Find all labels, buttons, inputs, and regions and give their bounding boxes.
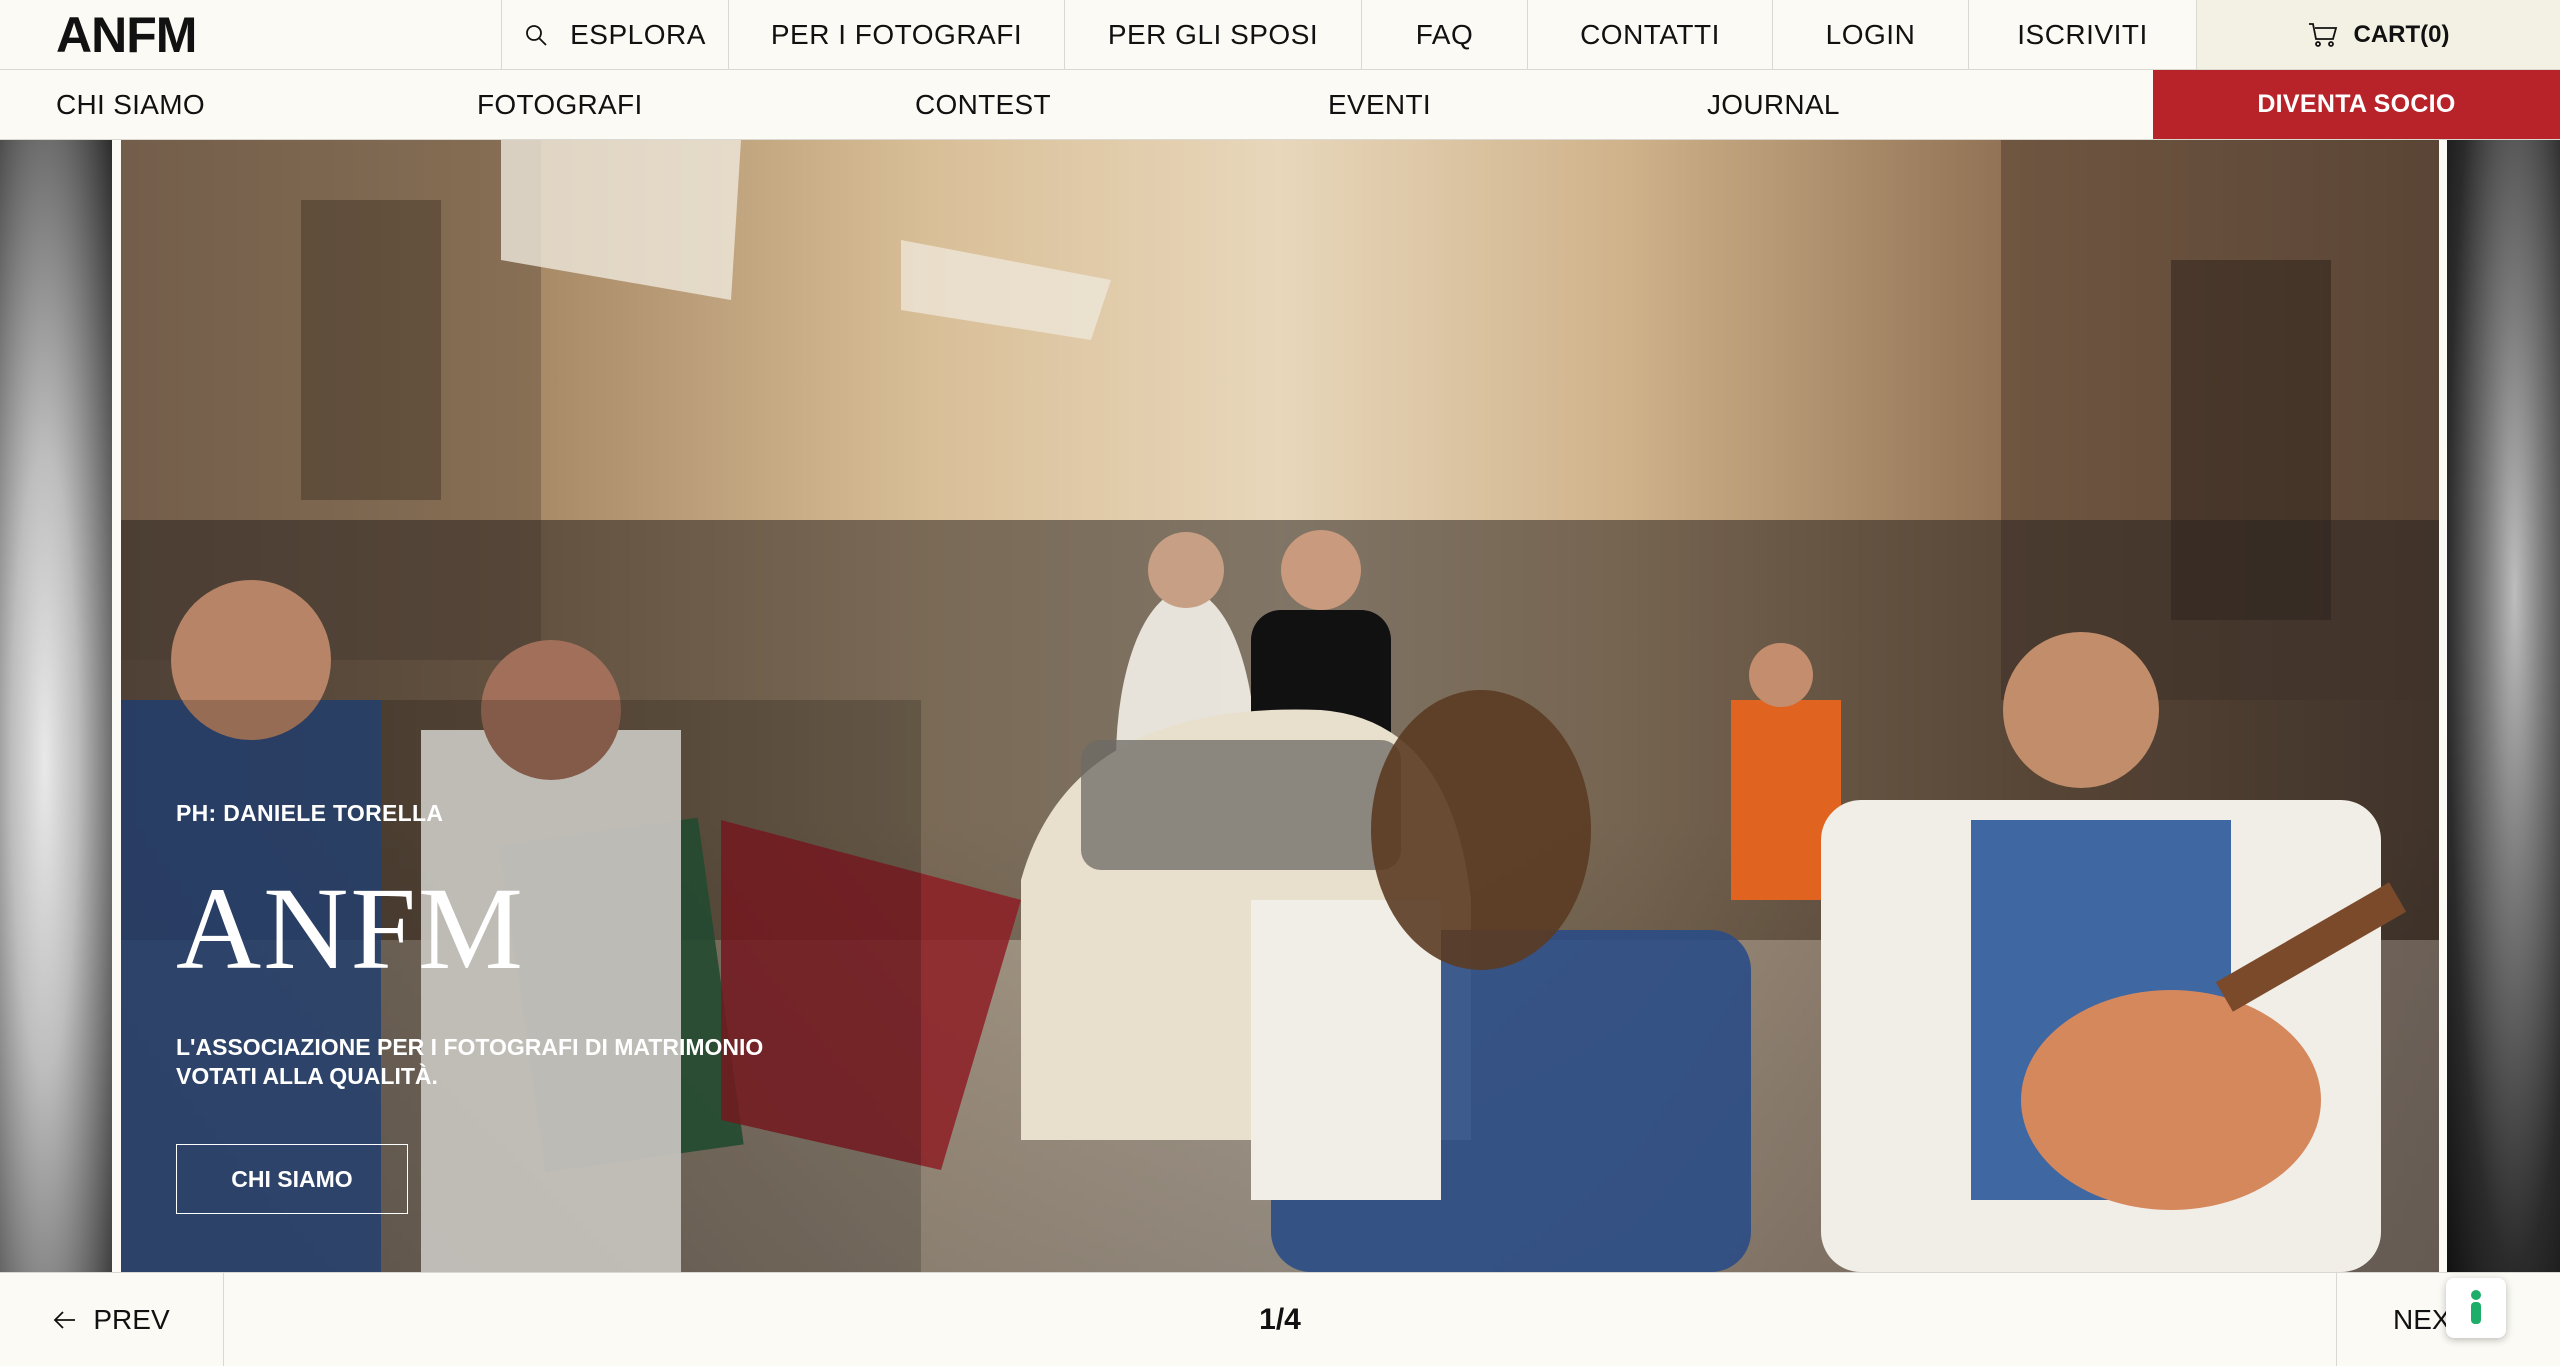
accessibility-person-icon (2471, 1290, 2481, 1324)
search-explore-button[interactable]: ESPLORA (502, 0, 729, 69)
cart-button[interactable]: CART(0) (2197, 0, 2560, 69)
secondary-nav: CHI SIAMO FOTOGRAFI CONTEST EVENTI JOURN… (0, 70, 2560, 140)
hero-title: ANFM (176, 863, 525, 994)
hero-photo-illustration (121, 140, 2439, 1272)
cart-label: CART(0) (2353, 20, 2450, 48)
search-icon (526, 24, 547, 46)
nav-iscriviti[interactable]: ISCRIVITI (1969, 0, 2197, 69)
subnav-eventi[interactable]: EVENTI (1328, 70, 1431, 139)
cart-icon (2308, 22, 2337, 47)
nav-contatti[interactable]: CONTATTI (1528, 0, 1773, 69)
prev-slide-button[interactable]: PREV (0, 1273, 224, 1366)
previous-slide-peek[interactable] (0, 140, 112, 1272)
nav-login[interactable]: LOGIN (1773, 0, 1969, 69)
subnav-journal[interactable]: JOURNAL (1707, 70, 1840, 139)
nav-per-i-fotografi[interactable]: PER I FOTOGRAFI (729, 0, 1065, 69)
search-explore-label: ESPLORA (570, 18, 706, 50)
nav-faq[interactable]: FAQ (1362, 0, 1528, 69)
photo-credit: PH: DANIELE TORELLA (176, 800, 444, 826)
subnav-contest[interactable]: CONTEST (915, 70, 1051, 139)
hero-subtitle: L'ASSOCIAZIONE PER I FOTOGRAFI DI MATRIM… (176, 1033, 816, 1091)
arrow-left-icon (54, 1310, 76, 1329)
cookie-consent-widget[interactable] (2446, 1278, 2506, 1338)
anfm-logo[interactable]: ANFM (0, 0, 502, 69)
hero-subtitle-line-2: VOTATI ALLA QUALITÀ. (176, 1063, 438, 1089)
hero-chi-siamo-button[interactable]: CHI SIAMO (176, 1144, 408, 1214)
subnav-fotografi[interactable]: FOTOGRAFI (477, 70, 643, 139)
slide-counter: 1/4 (1259, 1302, 1301, 1336)
top-bar: ANFM ESPLORA PER I FOTOGRAFI PER GLI SPO… (0, 0, 2560, 70)
nav-per-gli-sposi[interactable]: PER GLI SPOSI (1065, 0, 1362, 69)
hero-slide-photo: PH: DANIELE TORELLA ANFM L'ASSOCIAZIONE … (121, 140, 2439, 1272)
slider-controls: PREV 1/4 NEXT (0, 1272, 2560, 1366)
subnav-chi-siamo[interactable]: CHI SIAMO (56, 70, 205, 139)
next-slide-peek[interactable] (2447, 140, 2560, 1272)
hero-subtitle-line-1: L'ASSOCIAZIONE PER I FOTOGRAFI DI MATRIM… (176, 1034, 764, 1060)
prev-label: PREV (93, 1303, 170, 1335)
diventa-socio-button[interactable]: DIVENTA SOCIO (2153, 70, 2560, 139)
